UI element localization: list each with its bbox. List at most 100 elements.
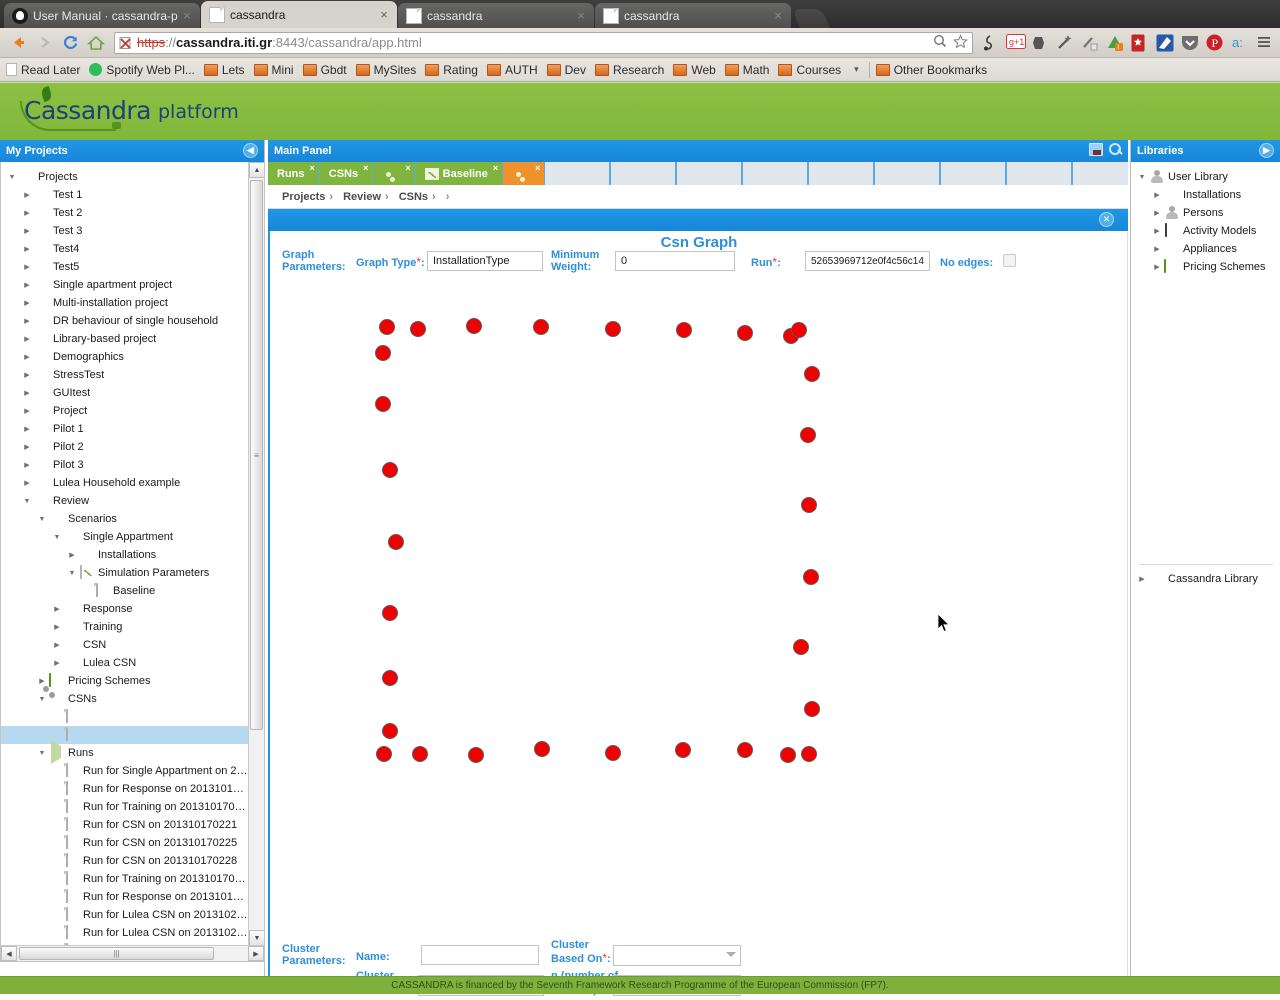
library-tree-item[interactable]: Persons bbox=[1131, 204, 1280, 222]
project-tree-item[interactable]: Run for Lulea CSN on 201310210525 bbox=[1, 906, 249, 924]
zoom-icon[interactable] bbox=[933, 34, 947, 51]
graph-node[interactable] bbox=[605, 321, 621, 337]
graph-node[interactable] bbox=[410, 321, 426, 337]
chevron-right-icon[interactable] bbox=[1150, 245, 1164, 253]
chevron-down-icon[interactable] bbox=[50, 534, 64, 541]
graph-node[interactable] bbox=[801, 497, 817, 513]
project-tree-item[interactable]: Response bbox=[1, 600, 249, 618]
chevron-right-icon[interactable] bbox=[65, 551, 79, 559]
chevron-right-icon[interactable] bbox=[20, 191, 34, 199]
graph-node[interactable] bbox=[780, 747, 796, 763]
project-tree-item[interactable]: DR behaviour of single household bbox=[1, 312, 249, 330]
scroll-left-icon[interactable]: ◀ bbox=[1, 946, 17, 961]
project-tree-item[interactable] bbox=[1, 708, 249, 726]
library-tree-item[interactable]: Activity Models bbox=[1131, 222, 1280, 240]
project-tree-item[interactable]: Runs bbox=[1, 740, 249, 764]
close-icon[interactable]: × bbox=[180, 9, 194, 23]
csn-graph-plot[interactable]: Csn Graph bbox=[270, 231, 1128, 763]
chevron-right-icon[interactable] bbox=[1150, 227, 1164, 235]
project-tree-item[interactable]: Installations bbox=[1, 546, 249, 564]
tab-runs[interactable]: Runs × bbox=[268, 162, 319, 185]
bookmark-gbdt[interactable]: Gbdt bbox=[302, 63, 347, 77]
project-tree-item[interactable]: Test4 bbox=[1, 240, 249, 258]
close-icon[interactable]: × bbox=[405, 163, 410, 173]
project-tree-item[interactable]: CSN bbox=[1, 636, 249, 654]
breadcrumb-projects[interactable]: Projects bbox=[282, 191, 325, 203]
bookmark-mysites[interactable]: MySites bbox=[355, 63, 416, 77]
chevron-right-icon[interactable] bbox=[20, 209, 34, 217]
project-tree-item[interactable]: Run for CSN on 201310170221 bbox=[1, 816, 249, 834]
project-tree-item[interactable]: Scenarios bbox=[1, 510, 249, 528]
chevron-right-icon[interactable] bbox=[20, 281, 34, 289]
project-tree-item[interactable]: Test5 bbox=[1, 258, 249, 276]
browser-tab-1[interactable]: cassandra × bbox=[201, 1, 397, 28]
chevron-right-icon[interactable] bbox=[1150, 263, 1164, 271]
graph-node[interactable] bbox=[534, 741, 550, 757]
bookmark-rating[interactable]: Rating bbox=[425, 63, 478, 77]
projects-tree-hscrollbar[interactable]: ◀ ||| ▶ bbox=[1, 945, 264, 961]
project-tree-item[interactable]: Demographics bbox=[1, 348, 249, 366]
project-tree-item[interactable]: CSNs bbox=[1, 690, 249, 708]
bookmark-other-bookmarks[interactable]: Other Bookmarks bbox=[875, 63, 987, 77]
graph-node[interactable] bbox=[737, 742, 753, 758]
project-tree-item[interactable]: Lulea Household example bbox=[1, 474, 249, 492]
graph-node[interactable] bbox=[676, 322, 692, 338]
chevron-down-icon[interactable] bbox=[1135, 174, 1149, 181]
search-icon[interactable] bbox=[1109, 143, 1122, 156]
evernote-icon[interactable] bbox=[1031, 34, 1049, 52]
chevron-right-icon[interactable] bbox=[20, 263, 34, 271]
chevron-right-icon[interactable] bbox=[20, 425, 34, 433]
projects-tree[interactable]: Projects Test 1 Test 2 Test 3 Test4 Test5 Sing… bbox=[0, 162, 265, 962]
pinterest-icon[interactable]: P bbox=[1206, 34, 1224, 52]
browser-tab-3[interactable]: cassandra × bbox=[595, 3, 791, 28]
library-tree-item[interactable]: Appliances bbox=[1131, 240, 1280, 258]
bookmark-auth[interactable]: AUTH bbox=[486, 63, 538, 77]
cluster-name-input[interactable] bbox=[421, 945, 539, 965]
project-tree-item[interactable]: Single apartment project bbox=[1, 276, 249, 294]
graph-node[interactable] bbox=[791, 322, 807, 338]
back-icon[interactable] bbox=[6, 31, 30, 55]
library-tree-item[interactable]: User Library bbox=[1131, 168, 1280, 186]
library-tree-item[interactable]: Installations bbox=[1131, 186, 1280, 204]
chevron-down-icon[interactable] bbox=[35, 750, 49, 757]
bookmark-read-later[interactable]: Read Later bbox=[6, 63, 80, 77]
chevron-right-icon[interactable] bbox=[20, 389, 34, 397]
project-tree-item[interactable]: Baseline bbox=[1, 582, 249, 600]
graph-node[interactable] bbox=[382, 462, 398, 478]
browser-tab-0[interactable]: User Manual · cassandra-p × bbox=[4, 3, 200, 28]
chevron-right-icon[interactable] bbox=[50, 623, 64, 631]
forward-icon[interactable] bbox=[32, 31, 56, 55]
close-icon[interactable]: × bbox=[377, 8, 391, 22]
lastpass-icon[interactable]: I bbox=[1106, 34, 1124, 52]
scroll-right-icon[interactable]: ▶ bbox=[248, 946, 264, 961]
project-tree-item[interactable]: Run for Response on 201310180113 bbox=[1, 888, 249, 906]
graph-node[interactable] bbox=[675, 742, 691, 758]
chevron-right-icon[interactable] bbox=[50, 641, 64, 649]
chevron-right-icon[interactable] bbox=[35, 677, 49, 685]
pocket-icon[interactable] bbox=[1181, 34, 1199, 52]
graph-node[interactable] bbox=[375, 345, 391, 361]
cassandra-library-tree[interactable]: Cassandra Library bbox=[1131, 570, 1280, 588]
chevron-right-icon[interactable] bbox=[20, 407, 34, 415]
graph-node[interactable] bbox=[804, 701, 820, 717]
close-icon[interactable]: × bbox=[574, 9, 588, 23]
chevron-right-icon[interactable] bbox=[20, 443, 34, 451]
projects-tree-vscrollbar[interactable]: ▲ ≡ ▼ bbox=[248, 162, 264, 946]
chevron-right-icon[interactable] bbox=[1135, 575, 1149, 583]
google-plus-one-icon[interactable]: g+1 bbox=[1006, 33, 1026, 52]
chevron-right-icon[interactable] bbox=[20, 299, 34, 307]
project-tree-item[interactable]: Test 3 bbox=[1, 222, 249, 240]
chevron-right-icon[interactable] bbox=[20, 353, 34, 361]
chevron-right-icon[interactable] bbox=[20, 461, 34, 469]
chevron-down-icon[interactable] bbox=[35, 696, 49, 703]
graph-node[interactable] bbox=[382, 605, 398, 621]
address-bar[interactable]: https://cassandra.iti.gr:8443/cassandra/… bbox=[114, 31, 973, 54]
chrome-menu-icon[interactable] bbox=[1256, 34, 1274, 52]
chevron-down-icon[interactable] bbox=[20, 498, 34, 505]
bookmarks-overflow-icon[interactable]: ▾ bbox=[854, 64, 859, 75]
collapse-right-panel-icon[interactable]: ▶ bbox=[1259, 143, 1274, 158]
tab-csn-graph-active[interactable]: × bbox=[503, 162, 545, 185]
project-tree-item[interactable]: Projects bbox=[1, 168, 249, 186]
chevron-right-icon[interactable] bbox=[20, 245, 34, 253]
chevron-right-icon[interactable] bbox=[50, 605, 64, 613]
